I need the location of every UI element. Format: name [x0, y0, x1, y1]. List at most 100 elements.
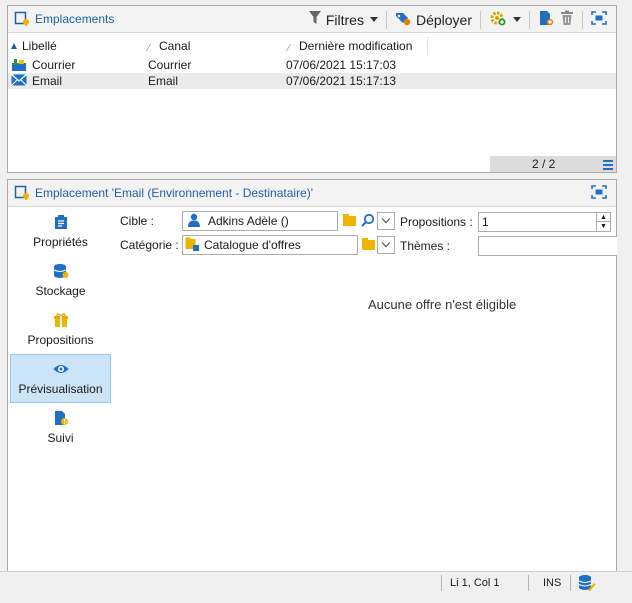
storage-icon	[53, 263, 69, 279]
list-column-headers: Libellé ⁄ Canal ⁄ Dernière modification	[8, 37, 616, 55]
sidebar-item-label: Propriétés	[33, 235, 88, 249]
sidebar-item-label: Suivi	[47, 431, 74, 445]
chevron-down-icon	[381, 214, 391, 224]
category-label: Catégorie :	[120, 238, 179, 252]
sidebar-item-storage[interactable]: Stockage	[8, 256, 113, 305]
eye-icon	[53, 361, 69, 377]
column-divider-icon: ⁄	[148, 43, 150, 54]
status-bar: Li 1, Col 1 INS	[0, 571, 632, 593]
deploy-label: Déployer	[415, 11, 472, 28]
filters-button[interactable]: Filtres	[306, 9, 381, 31]
row-modified: 07/06/2021 15:17:13	[286, 74, 397, 88]
propositions-value: 1	[482, 215, 489, 229]
trash-icon	[560, 10, 574, 29]
deploy-button[interactable]: Déployer	[392, 9, 475, 31]
chevron-down-icon	[369, 17, 378, 22]
delete-button[interactable]	[557, 9, 577, 31]
maximize-button[interactable]	[588, 9, 610, 31]
toolbar-separator	[529, 10, 530, 29]
empty-preview-message: Aucune offre n'est éligible	[368, 297, 517, 312]
actions-menu-button[interactable]	[486, 9, 524, 31]
themes-field[interactable]	[478, 236, 617, 256]
sort-ascending-icon	[11, 43, 17, 49]
hamburger-menu-icon[interactable]	[603, 160, 613, 172]
column-header-label[interactable]: Libellé	[8, 37, 145, 55]
folder-icon	[361, 238, 375, 250]
sidebar-item-properties[interactable]: Propriétés	[8, 207, 113, 256]
locations-titlebar: Emplacements Filtres Déployer	[8, 6, 616, 33]
category-browse-button[interactable]	[359, 236, 377, 254]
row-channel: Email	[148, 74, 179, 88]
category-field[interactable]: Catalogue d'offres	[182, 235, 358, 255]
toolbar-separator	[480, 10, 481, 29]
propositions-icon	[53, 312, 69, 328]
left-window-edge	[0, 0, 3, 603]
target-search-button[interactable]	[359, 212, 377, 230]
row-label: Email	[32, 74, 63, 88]
folder-icon	[342, 214, 356, 226]
detail-sidebar: Propriétés Stockage Propositions Prévisu…	[8, 207, 113, 452]
panel-title: Emplacements	[35, 12, 115, 26]
category-value: Catalogue d'offres	[204, 238, 301, 252]
list-pagination: 2 / 2	[490, 156, 616, 172]
locations-list-panel: Emplacements Filtres Déployer Libellé ⁄ …	[7, 5, 617, 173]
insert-mode: INS	[543, 577, 562, 589]
target-value: Adkins Adèle ()	[208, 214, 289, 228]
locations-list: Courrier Courrier 07/06/2021 15:17:03 Em…	[8, 57, 616, 89]
cursor-position: Li 1, Col 1	[450, 577, 500, 589]
sidebar-item-label: Prévisualisation	[18, 382, 103, 396]
target-dropdown-button[interactable]	[377, 212, 395, 230]
column-header-channel[interactable]: ⁄ Canal	[145, 37, 285, 55]
row-label: Courrier	[32, 58, 76, 72]
toolbar-separator	[385, 10, 387, 29]
tracking-icon	[53, 410, 69, 426]
location-icon	[14, 11, 30, 27]
table-row[interactable]: Courrier Courrier 07/06/2021 15:17:03	[8, 57, 616, 73]
envelope-icon	[11, 74, 27, 88]
status-separator	[570, 575, 571, 591]
themes-label: Thèmes :	[400, 239, 451, 253]
sidebar-item-label: Propositions	[27, 333, 94, 347]
status-separator	[441, 575, 442, 591]
stepper-down-icon[interactable]: ▼	[597, 222, 610, 231]
stepper-up-icon[interactable]: ▲	[597, 213, 610, 222]
filters-label: Filtres	[325, 11, 364, 28]
sidebar-item-preview[interactable]: Prévisualisation	[10, 354, 111, 403]
location-icon	[14, 185, 30, 201]
person-icon	[188, 213, 200, 230]
row-channel: Courrier	[148, 58, 192, 72]
database-icon[interactable]	[578, 574, 596, 592]
gear-add-icon	[489, 10, 507, 29]
detail-titlebar: Emplacement 'Email (Environnement - Dest…	[8, 180, 616, 207]
target-label: Cible :	[120, 214, 155, 228]
propositions-stepper[interactable]: ▲ ▼	[596, 213, 610, 231]
pagination-count: 2 / 2	[532, 157, 556, 171]
propositions-label: Propositions :	[400, 215, 473, 229]
maximize-icon	[591, 11, 607, 28]
maximize-icon	[591, 185, 607, 202]
column-divider-icon: ⁄	[288, 43, 290, 54]
magnifier-icon	[361, 213, 375, 230]
sidebar-item-label: Stockage	[35, 284, 86, 298]
column-header-last-modified[interactable]: ⁄ Dernière modification	[285, 37, 428, 55]
row-modified: 07/06/2021 15:17:03	[286, 58, 397, 72]
status-separator	[528, 575, 529, 591]
new-document-icon	[538, 10, 554, 29]
maximize-button[interactable]	[588, 183, 610, 205]
category-dropdown-button[interactable]	[377, 236, 395, 254]
chevron-down-icon	[381, 238, 391, 248]
catalog-icon	[185, 237, 199, 254]
deploy-icon	[395, 10, 411, 29]
properties-icon	[53, 214, 69, 230]
list-toolbar: Filtres Déployer	[306, 6, 610, 33]
target-browse-button[interactable]	[340, 212, 358, 230]
target-field[interactable]: Adkins Adèle ()	[182, 211, 338, 231]
filter-icon	[308, 11, 321, 28]
table-row[interactable]: Email Email 07/06/2021 15:17:13	[8, 73, 616, 89]
propositions-field[interactable]: 1 ▲ ▼	[478, 212, 611, 232]
sidebar-item-tracking[interactable]: Suivi	[8, 403, 113, 452]
detail-title: Emplacement 'Email (Environnement - Dest…	[35, 186, 314, 200]
new-item-button[interactable]	[535, 9, 557, 31]
sidebar-item-propositions[interactable]: Propositions	[8, 305, 113, 354]
mail-box-icon	[11, 58, 27, 72]
